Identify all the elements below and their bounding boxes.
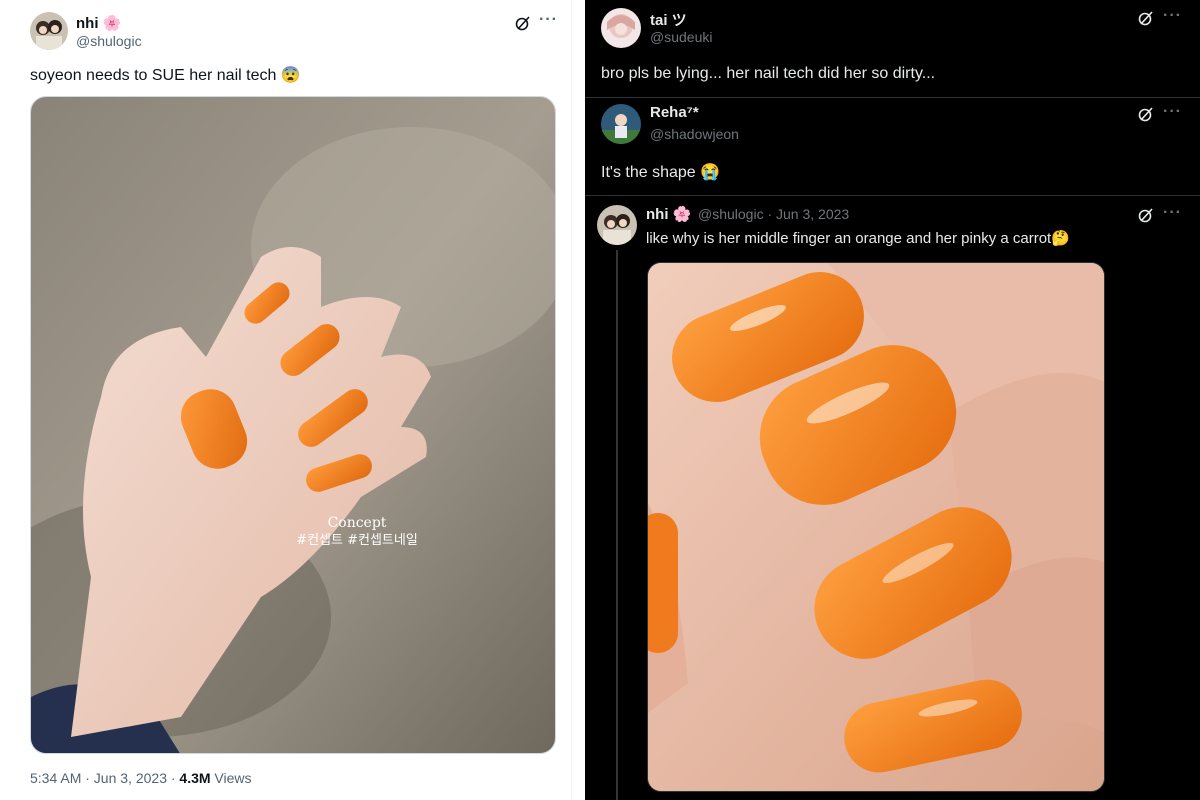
original-tweet[interactable]: nhi 🌸 @shulogic ··· soyeon needs to SUE … [0, 0, 572, 800]
grok-icon[interactable] [1138, 106, 1154, 122]
display-name[interactable]: Reha⁷* [650, 104, 699, 121]
tweet-photo-closeup[interactable] [647, 262, 1105, 792]
grok-icon[interactable] [1138, 207, 1154, 223]
avatar-icon[interactable] [30, 12, 68, 50]
views-label: Views [210, 770, 252, 786]
more-icon[interactable]: ··· [1163, 7, 1182, 25]
tweet-photo[interactable]: Concept #컨셉트 #컨셉트네일 [30, 96, 556, 754]
reply-text: bro pls be lying... her nail tech did he… [601, 65, 936, 82]
caption-hashtags: #컨셉트 #컨셉트네일 [296, 533, 418, 548]
tweet-meta: 5:34 AM · Jun 3, 2023 · 4.3M Views [30, 770, 252, 786]
user-handle[interactable]: @sudeuki [650, 29, 712, 45]
more-icon[interactable]: ··· [539, 11, 558, 29]
thread-line [616, 250, 618, 800]
grok-icon[interactable] [1138, 10, 1154, 26]
handle-and-date[interactable]: @shulogic · Jun 3, 2023 [698, 206, 849, 222]
reply-text: It's the shape 😭 [601, 164, 721, 181]
display-name[interactable]: tai ツ [650, 9, 687, 30]
collage-gap [572, 0, 585, 800]
divider [585, 97, 1200, 98]
divider [585, 195, 1200, 196]
display-name[interactable]: nhi 🌸 [646, 205, 691, 223]
screenshot-collage: nhi 🌸 @shulogic ··· soyeon needs to SUE … [0, 0, 1200, 800]
reply-thread: tai ツ @sudeuki ··· bro pls be lying... h… [585, 0, 1200, 800]
caption-concept: Concept [328, 515, 387, 531]
display-name[interactable]: nhi 🌸 [76, 14, 121, 32]
tweet-text: like why is her middle finger an orange … [646, 230, 1070, 247]
avatar-icon[interactable] [601, 104, 641, 144]
views-count: 4.3M [179, 770, 211, 786]
more-icon[interactable]: ··· [1163, 103, 1182, 121]
timestamp[interactable]: 5:34 AM · Jun 3, 2023 · [30, 770, 179, 786]
avatar-icon[interactable] [597, 205, 637, 245]
tweet-text: soyeon needs to SUE her nail tech 😨 [30, 67, 301, 84]
grok-icon[interactable] [515, 15, 531, 31]
more-icon[interactable]: ··· [1163, 204, 1182, 222]
avatar-icon[interactable] [601, 8, 641, 48]
user-handle[interactable]: @shadowjeon [650, 126, 739, 142]
user-handle[interactable]: @shulogic [76, 33, 142, 49]
